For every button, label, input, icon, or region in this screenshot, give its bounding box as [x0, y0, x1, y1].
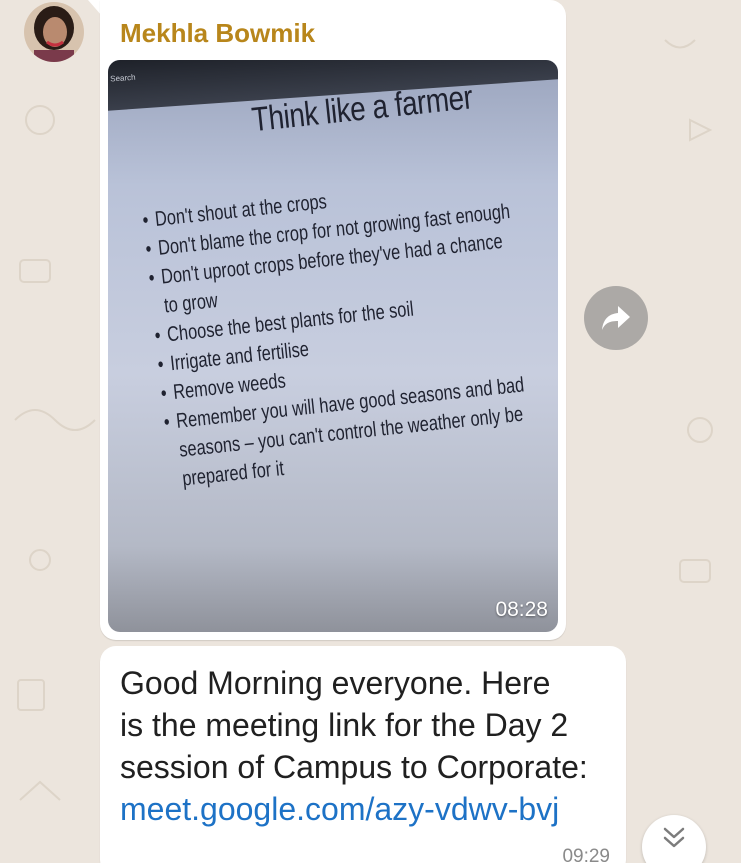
image-message-time: 08:28	[495, 598, 548, 621]
message-line: is the meeting link for the Day 2	[120, 707, 569, 743]
text-message-time: 09:29	[562, 846, 610, 863]
slide-content: Think like a farmer • Don't shout at the …	[130, 60, 558, 495]
scroll-to-bottom-button[interactable]	[642, 815, 706, 863]
meeting-link[interactable]: meet.google.com/azy-vdwv-bvj	[120, 788, 610, 830]
message-text: Good Morning everyone. Here is the meeti…	[120, 662, 610, 830]
text-message-bubble[interactable]: Good Morning everyone. Here is the meeti…	[100, 646, 626, 863]
sender-avatar[interactable]	[24, 2, 84, 62]
photo-search-label: Q Search	[108, 72, 136, 84]
forward-arrow-icon	[602, 306, 630, 330]
slide-bullet-list: • Don't shout at the crops • Don't blame t…	[141, 160, 558, 494]
message-line: Good Morning everyone. Here	[120, 665, 551, 701]
message-line: session of Campus to Corporate:	[120, 749, 588, 785]
avatar-photo	[24, 2, 84, 62]
shared-photo[interactable]: Q Search Think like a farmer •Don't shou…	[108, 60, 558, 632]
sender-name[interactable]: Mekhla Bowmik	[120, 18, 315, 49]
forward-button[interactable]	[584, 286, 648, 350]
double-chevron-down-icon	[663, 827, 685, 848]
image-message-bubble[interactable]: Mekhla Bowmik Q Search Think like a farm…	[100, 0, 566, 640]
